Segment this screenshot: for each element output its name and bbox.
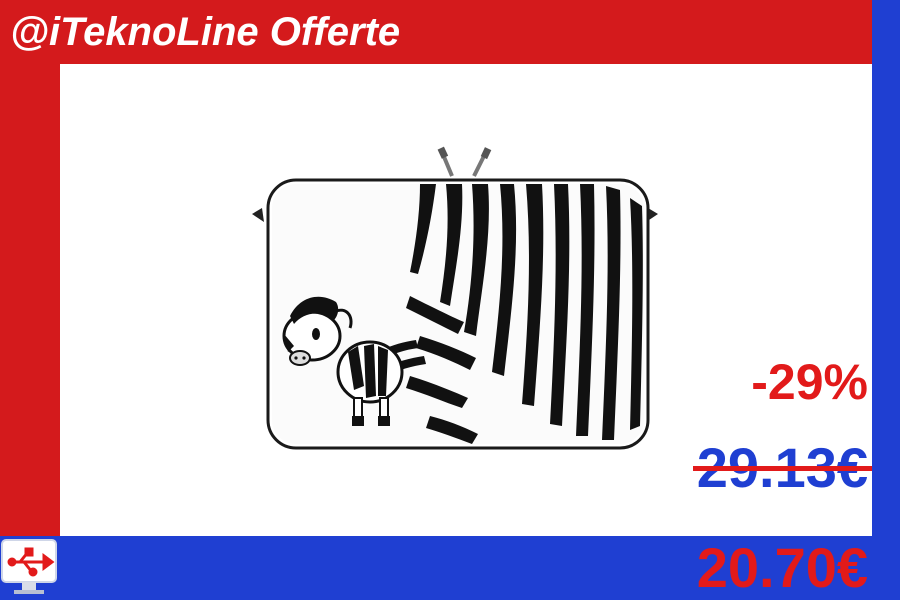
brand-title: @iTeknoLine Offerte <box>10 10 401 54</box>
new-price: 20.70€ <box>696 536 868 599</box>
left-banner <box>0 0 60 540</box>
zebra-laptop-sleeve-image <box>252 146 658 450</box>
old-price-strike <box>692 466 872 471</box>
discount-badge: -29% <box>751 354 868 410</box>
computer-usb-logo-icon <box>1 539 57 594</box>
old-price: 29.13€ <box>692 436 872 500</box>
right-banner <box>872 0 900 600</box>
